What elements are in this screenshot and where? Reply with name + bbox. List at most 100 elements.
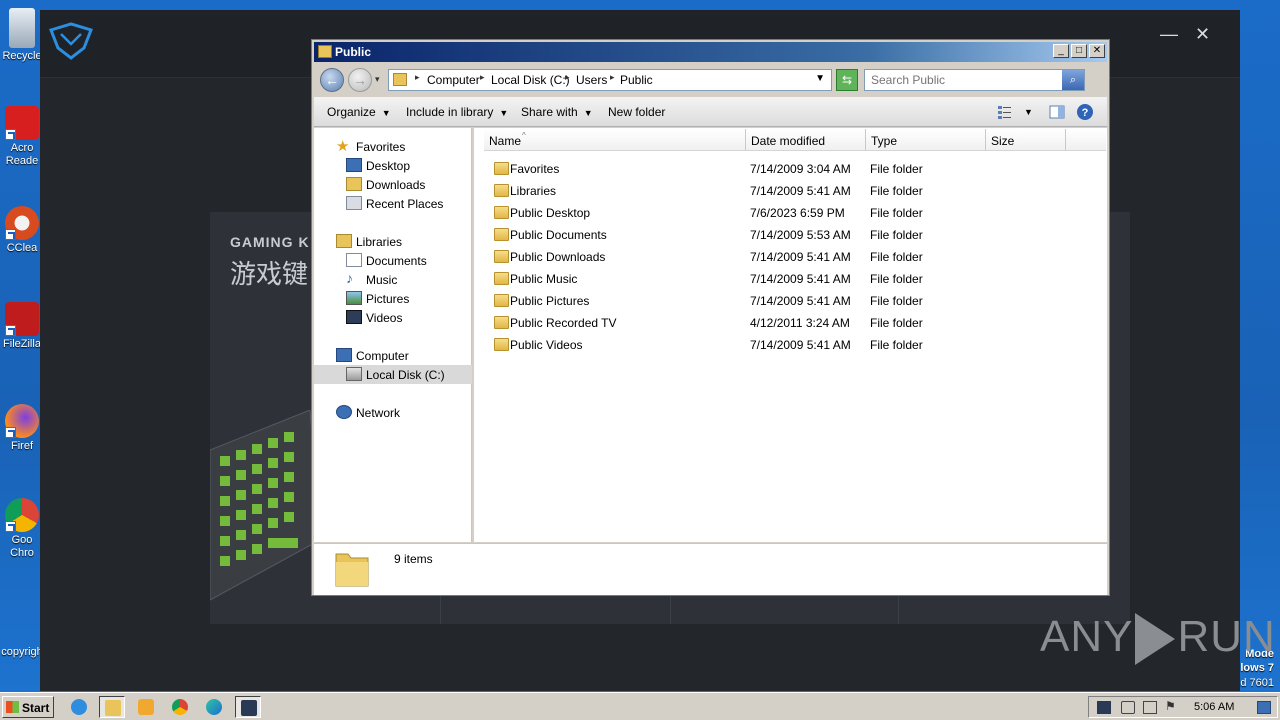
maximize-button[interactable]: □ bbox=[1071, 44, 1087, 58]
include-in-library-menu[interactable]: Include in library ▼ bbox=[406, 105, 508, 119]
share-with-menu[interactable]: Share with ▼ bbox=[521, 105, 593, 119]
details-pane: 9 items bbox=[314, 543, 1107, 595]
breadcrumb-users[interactable]: Users bbox=[576, 73, 607, 87]
flag-icon[interactable]: ⚑ bbox=[1165, 699, 1179, 713]
search-box[interactable]: ⌕ bbox=[864, 69, 1085, 91]
breadcrumb-local-disk[interactable]: Local Disk (C:) bbox=[491, 73, 570, 87]
volume-icon[interactable] bbox=[1121, 701, 1135, 714]
column-header-size[interactable]: Size bbox=[986, 129, 1066, 151]
start-button[interactable]: Start bbox=[2, 696, 54, 718]
nav-item-favorites[interactable]: ★ Favorites bbox=[314, 137, 472, 156]
clock[interactable]: 5:06 AM bbox=[1194, 701, 1234, 713]
file-type: File folder bbox=[870, 228, 923, 242]
file-type: File folder bbox=[870, 250, 923, 264]
firefox-icon[interactable]: Firef bbox=[0, 404, 44, 453]
view-options-icon[interactable] bbox=[996, 103, 1014, 121]
watermark-text: RUN bbox=[1177, 612, 1276, 661]
nav-item-local-disk[interactable]: Local Disk (C:) bbox=[314, 365, 472, 384]
recycle-bin-icon[interactable]: Recycle bbox=[0, 8, 44, 63]
preview-pane-icon[interactable] bbox=[1048, 103, 1066, 121]
file-row[interactable]: Public Music 7/14/2009 5:41 AM File fold… bbox=[474, 268, 1107, 290]
close-button[interactable]: ✕ bbox=[1089, 44, 1105, 58]
address-toolbar: ← → ▾ ▸ Computer ▸ Local Disk (C:) ▸ Use… bbox=[314, 64, 1107, 96]
address-dropdown-icon[interactable]: ▼ bbox=[815, 73, 825, 84]
music-note-icon: ♪ bbox=[346, 270, 353, 286]
view-dropdown-icon[interactable]: ▼ bbox=[1024, 107, 1033, 117]
local-disk-icon bbox=[346, 367, 362, 381]
file-type: File folder bbox=[870, 316, 923, 330]
file-date: 7/14/2009 3:04 AM bbox=[750, 162, 851, 176]
chevron-right-icon[interactable]: ▸ bbox=[610, 72, 615, 83]
title-bar[interactable]: Public _ □ ✕ bbox=[314, 42, 1107, 62]
network-icon[interactable] bbox=[1143, 701, 1157, 714]
chevron-right-icon[interactable]: ▸ bbox=[480, 72, 485, 83]
file-row[interactable]: Public Downloads 7/14/2009 5:41 AM File … bbox=[474, 246, 1107, 268]
computer-icon bbox=[336, 348, 352, 362]
file-row[interactable]: Libraries 7/14/2009 5:41 AM File folder bbox=[474, 180, 1107, 202]
nav-item-computer[interactable]: Computer bbox=[314, 346, 472, 365]
file-date: 7/14/2009 5:53 AM bbox=[750, 228, 851, 242]
file-row[interactable]: Public Videos 7/14/2009 5:41 AM File fol… bbox=[474, 334, 1107, 356]
file-row[interactable]: Favorites 7/14/2009 3:04 AM File folder bbox=[474, 158, 1107, 180]
nav-item-desktop[interactable]: Desktop bbox=[314, 156, 472, 175]
recent-pages-dropdown[interactable]: ▾ bbox=[375, 74, 380, 85]
file-name: Public Videos bbox=[510, 338, 583, 352]
taskbar-chrome[interactable] bbox=[167, 696, 193, 718]
nav-item-music[interactable]: ♪ Music bbox=[314, 270, 472, 289]
filezilla-icon[interactable]: FileZilla bbox=[0, 302, 44, 351]
nav-item-recent-places[interactable]: Recent Places bbox=[314, 194, 472, 213]
caret-down-icon: ▼ bbox=[499, 108, 509, 118]
back-button[interactable]: ← bbox=[320, 68, 344, 92]
app-close-button[interactable]: ✕ bbox=[1195, 24, 1210, 45]
gaming-app-icon bbox=[241, 700, 257, 716]
large-folder-icon bbox=[335, 553, 369, 587]
nav-item-network[interactable]: Network bbox=[314, 403, 472, 422]
taskbar-edge[interactable] bbox=[201, 696, 227, 718]
taskbar-internet-explorer[interactable] bbox=[66, 696, 92, 718]
new-folder-button[interactable]: New folder bbox=[608, 105, 665, 119]
chevron-right-icon[interactable]: ▸ bbox=[565, 72, 570, 83]
help-icon[interactable]: ? bbox=[1076, 103, 1094, 121]
column-header-date-modified[interactable]: Date modified bbox=[746, 129, 866, 151]
desktop-icon-label: CClea bbox=[6, 242, 38, 254]
address-bar[interactable]: ▸ Computer ▸ Local Disk (C:) ▸ Users ▸ P… bbox=[388, 69, 832, 91]
file-row[interactable]: Public Pictures 7/14/2009 5:41 AM File f… bbox=[474, 290, 1107, 312]
file-row[interactable]: Public Recorded TV 4/12/2011 3:24 AM Fil… bbox=[474, 312, 1107, 334]
file-date: 7/14/2009 5:41 AM bbox=[750, 250, 851, 264]
command-bar: Organize ▼ Include in library ▼ Share with… bbox=[314, 97, 1107, 127]
gaming-tray-icon[interactable] bbox=[1097, 701, 1111, 714]
nav-item-label: Music bbox=[366, 273, 398, 287]
file-row[interactable]: Public Desktop 7/6/2023 6:59 PM File fol… bbox=[474, 202, 1107, 224]
taskbar-gaming-app[interactable] bbox=[235, 696, 261, 718]
search-icon[interactable]: ⌕ bbox=[1062, 70, 1084, 90]
chevron-right-icon[interactable]: ▸ bbox=[415, 72, 420, 83]
nav-item-downloads[interactable]: Downloads bbox=[314, 175, 472, 194]
google-chrome-icon[interactable]: Goo Chro bbox=[0, 498, 44, 560]
taskbar-media-player[interactable] bbox=[133, 696, 159, 718]
file-date: 7/14/2009 5:41 AM bbox=[750, 184, 851, 198]
copyright-icon[interactable]: copyrigh bbox=[0, 646, 44, 659]
file-name: Public Documents bbox=[510, 228, 607, 242]
refresh-button[interactable]: ⇆ bbox=[836, 69, 858, 91]
breadcrumb-computer[interactable]: Computer bbox=[427, 73, 480, 87]
column-header-label: Type bbox=[871, 134, 898, 148]
search-input[interactable] bbox=[869, 71, 1065, 89]
column-header-spacer bbox=[1066, 129, 1106, 151]
nav-item-pictures[interactable]: Pictures bbox=[314, 289, 472, 308]
forward-button[interactable]: → bbox=[348, 68, 372, 92]
column-header-type[interactable]: Type bbox=[866, 129, 986, 151]
nav-item-libraries[interactable]: Libraries bbox=[314, 232, 472, 251]
acrobat-reader-icon[interactable]: Acro Reade bbox=[0, 106, 44, 168]
nav-item-documents[interactable]: Documents bbox=[314, 251, 472, 270]
taskbar-explorer[interactable] bbox=[99, 696, 125, 718]
nav-item-videos[interactable]: Videos bbox=[314, 308, 472, 327]
minimize-button[interactable]: _ bbox=[1053, 44, 1069, 58]
breadcrumb-public[interactable]: Public bbox=[620, 73, 653, 87]
organize-menu[interactable]: Organize ▼ bbox=[327, 105, 391, 119]
ccleaner-icon[interactable]: CClea bbox=[0, 206, 44, 255]
show-desktop-icon[interactable] bbox=[1257, 701, 1271, 714]
column-header-name[interactable]: Name ^ bbox=[484, 129, 746, 151]
file-row[interactable]: Public Documents 7/14/2009 5:53 AM File … bbox=[474, 224, 1107, 246]
app-minimize-button[interactable]: — bbox=[1160, 24, 1178, 45]
desktop-icon-label: Firef bbox=[11, 440, 33, 452]
